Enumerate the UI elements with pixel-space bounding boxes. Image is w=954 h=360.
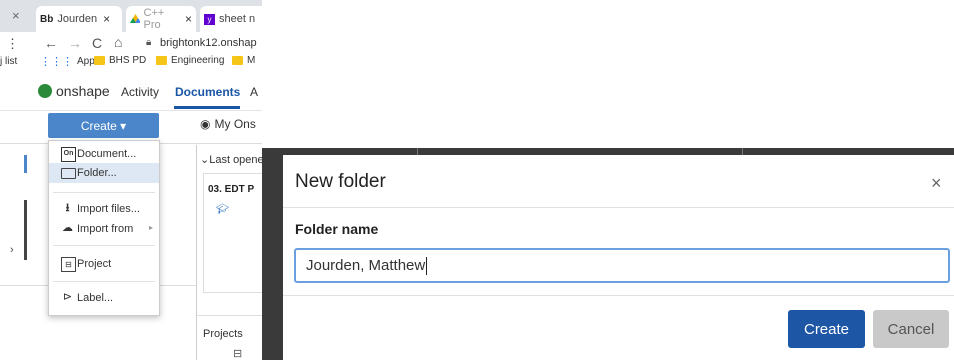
nav-more[interactable]: A [250, 85, 258, 99]
bookmark-bhs-pd[interactable]: BHS PD [94, 55, 146, 66]
menu-item-folder[interactable]: Folder... [49, 163, 159, 183]
tab-cpp[interactable]: C++ Pro × [126, 6, 196, 32]
onshape-logo-icon [38, 84, 52, 98]
chevron-down-icon: ⌄ [200, 154, 210, 166]
new-folder-dialog: New folder × Folder name Jourden, Matthe… [283, 155, 954, 360]
submenu-arrow-icon: ▸ [149, 223, 154, 232]
home-icon[interactable]: ⌂ [114, 34, 122, 50]
menu-item-project[interactable]: ⊟ Project [49, 254, 159, 274]
yahoo-icon: y [204, 13, 215, 25]
create-button[interactable]: Create [788, 310, 865, 348]
backdrop-line [417, 148, 418, 155]
cancel-button[interactable]: Cancel [873, 310, 949, 348]
graduation-cap-icon: 🎓︎ [216, 204, 229, 215]
menu-item-import-from[interactable]: ☁ Import from ▸ [49, 219, 159, 239]
tab-close-icon[interactable]: × [185, 12, 192, 26]
menu-divider [53, 245, 155, 246]
sidebar-active-marker [24, 155, 27, 173]
folder-icon [94, 56, 105, 65]
sidebar-marker [24, 200, 27, 260]
browser-tabstrip: × Bb Jourden × C++ Pro × y sheet n [0, 0, 262, 32]
dialog-divider [283, 207, 954, 208]
project-folder-icon: ⊟ [233, 348, 243, 360]
create-dropdown-button[interactable]: Create ▾ [48, 113, 159, 138]
backdrop-line [742, 148, 743, 155]
tab-close-icon[interactable]: × [103, 12, 110, 26]
chevron-right-icon[interactable]: › [10, 244, 14, 256]
blank-area [262, 0, 954, 148]
folder-icon [232, 56, 243, 65]
document-card-title: 03. EDT P [208, 184, 255, 195]
onshape-logo-text: onshape [56, 83, 110, 99]
bookmark-engineering[interactable]: Engineering [156, 55, 224, 66]
divider [197, 315, 262, 316]
upload-icon: ⭳ [65, 202, 70, 214]
forward-icon[interactable]: → [68, 35, 82, 51]
tab-blackboard[interactable]: Bb Jourden × [36, 6, 122, 32]
folder-name-label: Folder name [295, 221, 379, 237]
close-icon[interactable]: × [12, 8, 20, 23]
bookmarks-bar: j list ⋮⋮⋮ Apps BHS PD Engineering M [0, 50, 262, 72]
label-icon: ⊳ [62, 291, 73, 303]
document-card[interactable]: 03. EDT P 🎓︎ [203, 173, 262, 293]
google-drive-icon [130, 14, 140, 23]
bookmark-m[interactable]: M [232, 55, 255, 66]
lock-icon: 🔒︎ [146, 37, 152, 48]
dialog-title: New folder [295, 171, 386, 192]
cloud-upload-icon: ☁ [62, 222, 73, 234]
document-icon: On [61, 147, 76, 162]
apps-grid-icon: ⋮⋮⋮ [40, 56, 73, 68]
tab-sheet[interactable]: y sheet n [200, 6, 262, 32]
menu-divider [53, 192, 155, 193]
my-onshape-link[interactable]: ◉ My Ons [200, 117, 256, 131]
create-menu: On Document... Folder... ⭳ Import files.… [48, 140, 160, 316]
menu-item-import-files[interactable]: ⭳ Import files... [49, 199, 159, 219]
menu-item-document[interactable]: On Document... [49, 144, 159, 164]
background-app: × Bb Jourden × C++ Pro × y sheet n ⋮ ← →… [0, 0, 262, 360]
documents-panel: ⌄Last opene 03. EDT P 🎓︎ Projects ⊟ [196, 145, 262, 360]
blackboard-icon: Bb [40, 13, 54, 25]
active-nav-underline [174, 106, 240, 109]
back-icon[interactable]: ← [44, 35, 58, 51]
folder-icon [156, 56, 167, 65]
nav-documents[interactable]: Documents [175, 85, 240, 99]
reload-icon[interactable]: C [92, 35, 102, 51]
project-icon: ⊟ [61, 257, 76, 272]
user-circle-icon: ◉ [200, 117, 211, 131]
last-opened-sort[interactable]: ⌄Last opene [200, 153, 262, 166]
nav-activity[interactable]: Activity [121, 85, 159, 99]
reading-list-label[interactable]: j list [0, 56, 17, 67]
dialog-divider [283, 295, 954, 296]
url-text[interactable]: brightonk12.onshap [160, 37, 257, 49]
bookmark-apps[interactable]: ⋮⋮⋮ Apps [40, 55, 100, 68]
close-icon[interactable]: × [931, 173, 942, 194]
folder-icon [61, 168, 76, 179]
onshape-header: onshape Activity Documents A [0, 74, 262, 111]
text-cursor [426, 256, 428, 275]
menu-divider [53, 281, 155, 282]
folder-name-input[interactable]: Jourden, Matthew [294, 248, 950, 283]
menu-item-label[interactable]: ⊳ Label... [49, 288, 159, 308]
projects-label: Projects [203, 328, 243, 340]
